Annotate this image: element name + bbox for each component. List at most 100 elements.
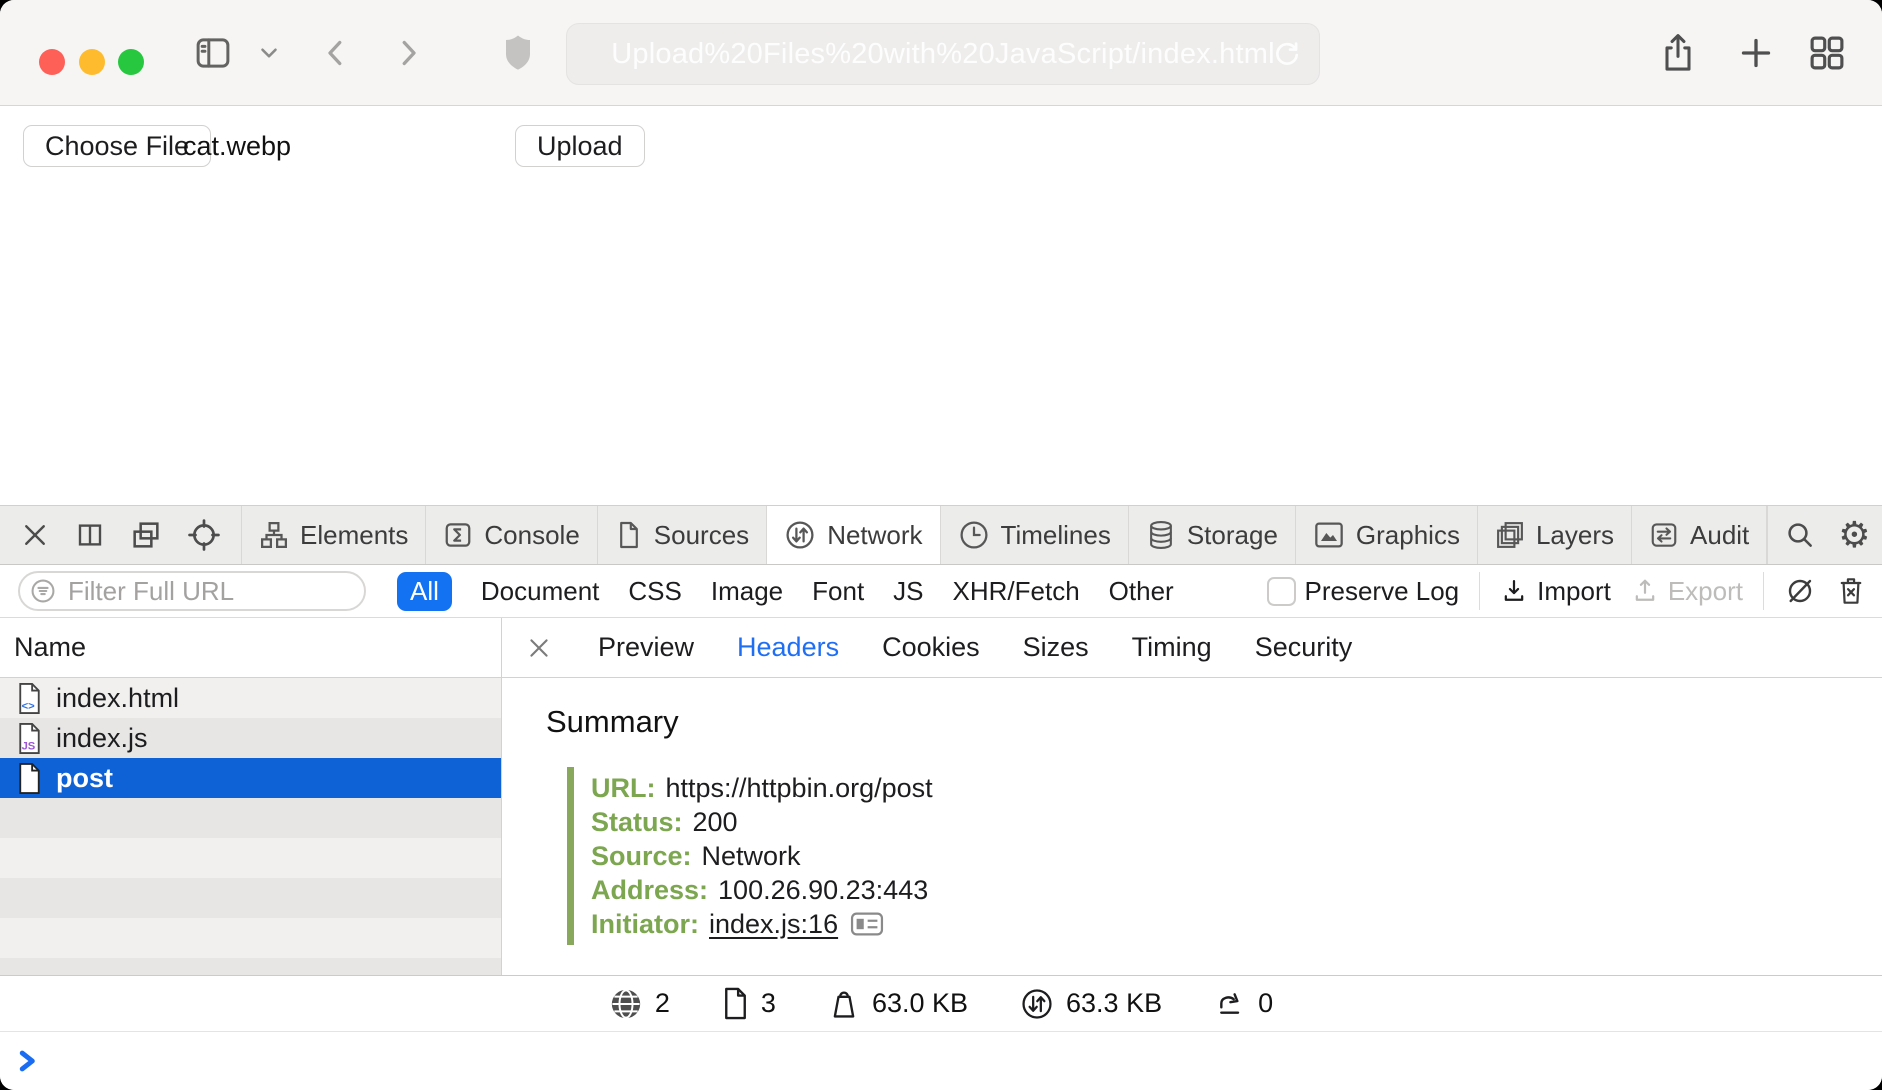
quick-console[interactable] [0,1032,1882,1090]
tab-network[interactable]: Network [767,506,940,564]
tab-label: Network [827,520,922,551]
export-icon [1631,577,1659,605]
summary-url-value: https://httpbin.org/post [665,773,932,804]
tab-overview-icon[interactable] [1806,0,1848,105]
dock-side-icon[interactable] [75,520,105,550]
filter-scope-document[interactable]: Document [481,576,600,607]
tab-label: Sources [654,520,749,551]
summary-status-value: 200 [693,807,738,838]
resources-stat: 3 [722,987,776,1020]
initiator-link[interactable]: index.js:16 [709,909,838,940]
upload-button[interactable]: Upload [515,125,645,167]
request-row-index-js[interactable]: JS index.js [0,718,501,758]
tab-label: Elements [300,520,408,551]
request-name: index.html [56,683,179,714]
page-content: Choose File cat.webp Upload [0,106,1882,505]
js-file-icon: JS [16,722,43,755]
size-stat: 63.0 KB [828,987,968,1021]
redirects-count: 0 [1258,988,1273,1019]
close-window-button[interactable] [39,49,65,75]
summary-initiator-label: Initiator: [591,909,699,940]
filter-scope-xhr-fetch[interactable]: XHR/Fetch [953,576,1080,607]
timelines-icon [958,519,990,551]
sources-icon [615,520,643,550]
tab-layers[interactable]: Layers [1478,506,1632,564]
tab-storage[interactable]: Storage [1129,506,1296,564]
summary-source-label: Source: [591,841,692,872]
chevron-down-icon[interactable] [256,0,282,105]
forward-icon[interactable] [390,0,426,105]
export-label: Export [1668,576,1743,607]
filter-url-field[interactable] [18,571,366,611]
name-column-header[interactable]: Name [0,618,501,678]
undock-icon[interactable] [130,519,162,551]
tab-console[interactable]: Console [426,506,597,564]
filter-scope-all[interactable]: All [397,572,452,611]
storage-icon [1146,519,1176,551]
globe-icon [609,987,643,1021]
detail-tab-headers[interactable]: Headers [737,632,839,663]
graphics-icon [1313,520,1345,550]
address-bar[interactable]: Upload%20Files%20with%20JavaScript/index… [566,23,1320,85]
request-row-post-selected[interactable]: post [0,758,501,798]
gear-icon[interactable]: ⚙ [1838,517,1870,553]
back-icon[interactable] [318,0,354,105]
preserve-log-toggle[interactable]: Preserve Log [1267,576,1460,607]
redirects-stat: 0 [1214,988,1273,1020]
tab-graphics[interactable]: Graphics [1296,506,1478,564]
console-icon [443,520,473,550]
share-icon[interactable] [1657,0,1699,105]
browser-toolbar: Upload%20Files%20with%20JavaScript/index… [0,0,1882,106]
request-name: post [56,763,113,794]
reveal-in-resources-icon[interactable] [850,911,884,937]
disable-caches-icon[interactable] [1784,575,1816,607]
privacy-shield-icon[interactable] [498,0,538,105]
summary-status-label: Status: [591,807,683,838]
import-button[interactable]: Import [1500,576,1611,607]
summary-initiator-line: Initiator: index.js:16 [591,907,1882,941]
detail-tab-timing[interactable]: Timing [1132,632,1212,663]
empty-row [0,838,501,878]
new-tab-icon[interactable] [1736,0,1776,105]
search-icon[interactable] [1784,519,1816,551]
detail-tab-sizes[interactable]: Sizes [1023,632,1089,663]
tab-elements[interactable]: Elements [242,506,426,564]
filter-scope-css[interactable]: CSS [628,576,681,607]
headers-panel: Summary URL: https://httpbin.org/post St… [502,678,1882,945]
filter-scope-js[interactable]: JS [893,576,923,607]
tab-timelines[interactable]: Timelines [941,506,1129,564]
size-value: 63.0 KB [872,988,968,1019]
network-main-area: Name <> index.html JS [0,618,1882,975]
element-picker-icon[interactable] [187,518,221,552]
export-button[interactable]: Export [1631,576,1743,607]
sidebar-toggle-icon[interactable] [192,0,234,105]
tab-label: Storage [1187,520,1278,551]
network-filter-bar: All Document CSS Image Font JS XHR/Fetch… [0,565,1882,618]
tab-sources[interactable]: Sources [598,506,767,564]
preserve-log-checkbox[interactable] [1267,577,1296,606]
transferred-stat: 63.3 KB [1020,987,1162,1021]
reload-icon[interactable] [1271,38,1303,70]
detail-tab-preview[interactable]: Preview [598,632,694,663]
divider [1479,572,1480,610]
divider [1763,572,1764,610]
detail-tab-security[interactable]: Security [1255,632,1353,663]
filter-url-input[interactable] [66,575,405,608]
detail-tab-cookies[interactable]: Cookies [882,632,980,663]
filter-scope-image[interactable]: Image [711,576,783,607]
filter-scope-other[interactable]: Other [1109,576,1174,607]
minimize-window-button[interactable] [79,49,105,75]
svg-text:<>: <> [22,700,36,712]
close-devtools-icon[interactable] [20,520,50,550]
tab-label: Layers [1536,520,1614,551]
request-row-index-html[interactable]: <> index.html [0,678,501,718]
zoom-window-button[interactable] [118,49,144,75]
summary-source-line: Source: Network [591,839,1882,873]
clear-network-items-icon[interactable] [1836,575,1866,607]
resources-count: 3 [761,988,776,1019]
tab-audit[interactable]: Audit [1632,506,1767,564]
filter-scope-font[interactable]: Font [812,576,864,607]
tab-label: Audit [1690,520,1749,551]
close-detail-icon[interactable] [525,634,553,662]
request-list-panel: Name <> index.html JS [0,618,502,975]
